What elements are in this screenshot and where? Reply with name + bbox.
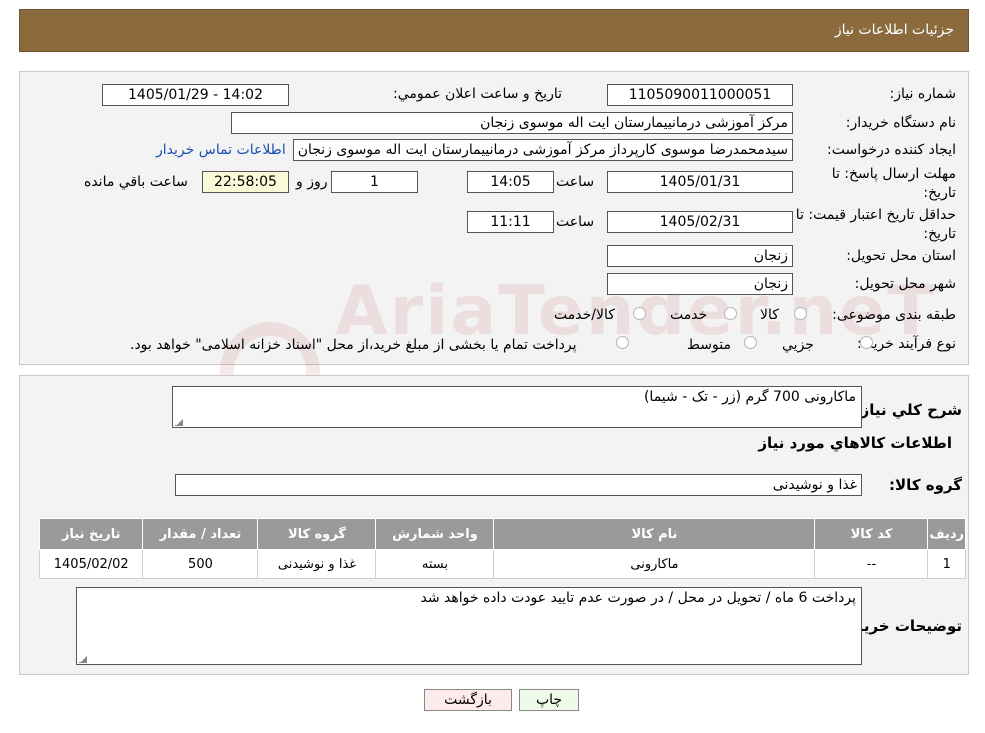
cell-quantity: 500 <box>142 549 259 579</box>
col-unit: واحد شمارش <box>375 518 495 550</box>
process-radio-minor[interactable] <box>860 336 873 349</box>
resize-grip-icon[interactable]: ◢ <box>175 417 183 426</box>
need-number-field: 1105090011000051 <box>607 84 793 106</box>
cell-unit: بسته <box>375 549 495 579</box>
col-goods-name: نام کالا <box>493 518 816 550</box>
city-label: شهر محل تحويل: <box>854 276 956 292</box>
category-radio-service[interactable] <box>724 307 737 320</box>
deadline-label-date: تاريخ: <box>923 185 956 201</box>
buyer-notes-textarea: پرداخت 6 ماه / تحویل در محل / در صورت عد… <box>76 587 862 665</box>
announce-datetime-field: 1405/01/29 - 14:02 <box>102 84 289 106</box>
category-radio-goods-service[interactable] <box>633 307 646 320</box>
process-option-minor: جزيي <box>782 337 814 353</box>
buyer-org-label: نام دستگاه خريدار: <box>845 115 956 131</box>
col-goods-code: کد کالا <box>814 518 929 550</box>
cell-row-number: 1 <box>927 549 966 579</box>
creator-field: سیدمحمدرضا موسوی کارپرداز مرکز آموزشی در… <box>293 139 793 161</box>
resize-grip-icon[interactable]: ◢ <box>79 654 87 663</box>
goods-group-field: غذا و نوشیدنی <box>175 474 862 496</box>
col-quantity: تعداد / مقدار <box>142 518 259 550</box>
goods-table: رديف کد کالا نام کالا واحد شمارش گروه کا… <box>38 518 966 579</box>
need-number-label: شماره نیاز: <box>889 86 957 102</box>
province-field: زنجان <box>607 245 793 267</box>
need-details-panel: شرح کلي نياز: ماکارونی 700 گرم (زر - تک … <box>19 375 969 675</box>
summary-label: شرح کلي نياز: <box>854 401 962 419</box>
creator-label: ايجاد کننده درخواست: <box>827 142 956 158</box>
process-radio-treasury[interactable] <box>616 336 629 349</box>
summary-text: ماکارونی 700 گرم (زر - تک - شیما) <box>643 389 856 405</box>
deadline-time-field: 14:05 <box>467 171 554 193</box>
category-option-service: خدمت <box>670 307 708 323</box>
buyer-org-field: مرکز آموزشی درمانییمارستان ایت اله موسوی… <box>231 112 793 134</box>
cell-goods-code: -- <box>814 549 929 579</box>
table-header-row: رديف کد کالا نام کالا واحد شمارش گروه کا… <box>38 518 966 550</box>
process-treasury-note: پرداخت تمام يا بخشی از مبلغ خريد،از محل … <box>130 337 577 353</box>
days-label: روز و <box>296 174 328 190</box>
validity-label-date: تاريخ: <box>923 226 956 242</box>
goods-group-label: گروه کالا: <box>889 476 962 494</box>
remaining-time-field: 22:58:05 <box>202 171 289 193</box>
goods-table-wrapper: رديف کد کالا نام کالا واحد شمارش گروه کا… <box>38 518 966 579</box>
col-goods-group: گروه کالا <box>257 518 377 550</box>
print-button[interactable]: چاپ <box>519 689 579 711</box>
category-radio-goods[interactable] <box>794 307 807 320</box>
validity-label: حداقل تاريخ اعتبار قيمت: تا <box>795 207 956 223</box>
announce-label: تاریخ و ساعت اعلان عمومي: <box>393 86 562 102</box>
province-label: استان محل تحويل: <box>846 248 956 264</box>
deadline-date-field: 1405/01/31 <box>607 171 793 193</box>
page-header: جزئیات اطلاعات نیاز <box>19 9 969 52</box>
goods-info-title: اطلاعات کالاهاي مورد نياز <box>758 434 952 452</box>
process-option-medium: متوسط <box>687 337 731 353</box>
summary-textarea: ماکارونی 700 گرم (زر - تک - شیما) ◢ <box>172 386 862 428</box>
category-option-goods-service: کالا/خدمت <box>554 307 615 323</box>
category-option-goods: کالا <box>760 307 779 323</box>
page-title: جزئیات اطلاعات نیاز <box>834 22 954 38</box>
deadline-time-label: ساعت <box>556 174 595 190</box>
city-field: زنجان <box>607 273 793 295</box>
deadline-label: مهلت ارسال پاسخ: تا <box>831 166 956 182</box>
category-label: طبقه بندی موضوعی: <box>832 307 956 323</box>
table-row: 1 -- ماکارونی بسته غذا و نوشیدنی 500 140… <box>38 549 966 579</box>
cell-need-date: 1405/02/02 <box>38 549 144 579</box>
need-info-panel: AriaTender.neT شماره نیاز: 1105090011000… <box>19 71 969 422</box>
cell-goods-group: غذا و نوشیدنی <box>257 549 377 579</box>
col-row-number: رديف <box>927 518 966 550</box>
cell-goods-name: ماکارونی <box>493 549 816 579</box>
buyer-notes-text: پرداخت 6 ماه / تحویل در محل / در صورت عد… <box>420 590 856 606</box>
days-remaining-field: 1 <box>331 171 418 193</box>
remaining-label: ساعت باقي مانده <box>84 174 188 190</box>
buyer-contact-link[interactable]: اطلاعات تماس خريدار <box>156 142 286 158</box>
validity-time-field: 11:11 <box>467 211 554 233</box>
process-radio-medium[interactable] <box>744 336 757 349</box>
validity-date-field: 1405/02/31 <box>607 211 793 233</box>
col-need-date: تاريخ نياز <box>38 518 144 550</box>
validity-time-label: ساعت <box>556 214 595 230</box>
back-button[interactable]: بازگشت <box>424 689 512 711</box>
